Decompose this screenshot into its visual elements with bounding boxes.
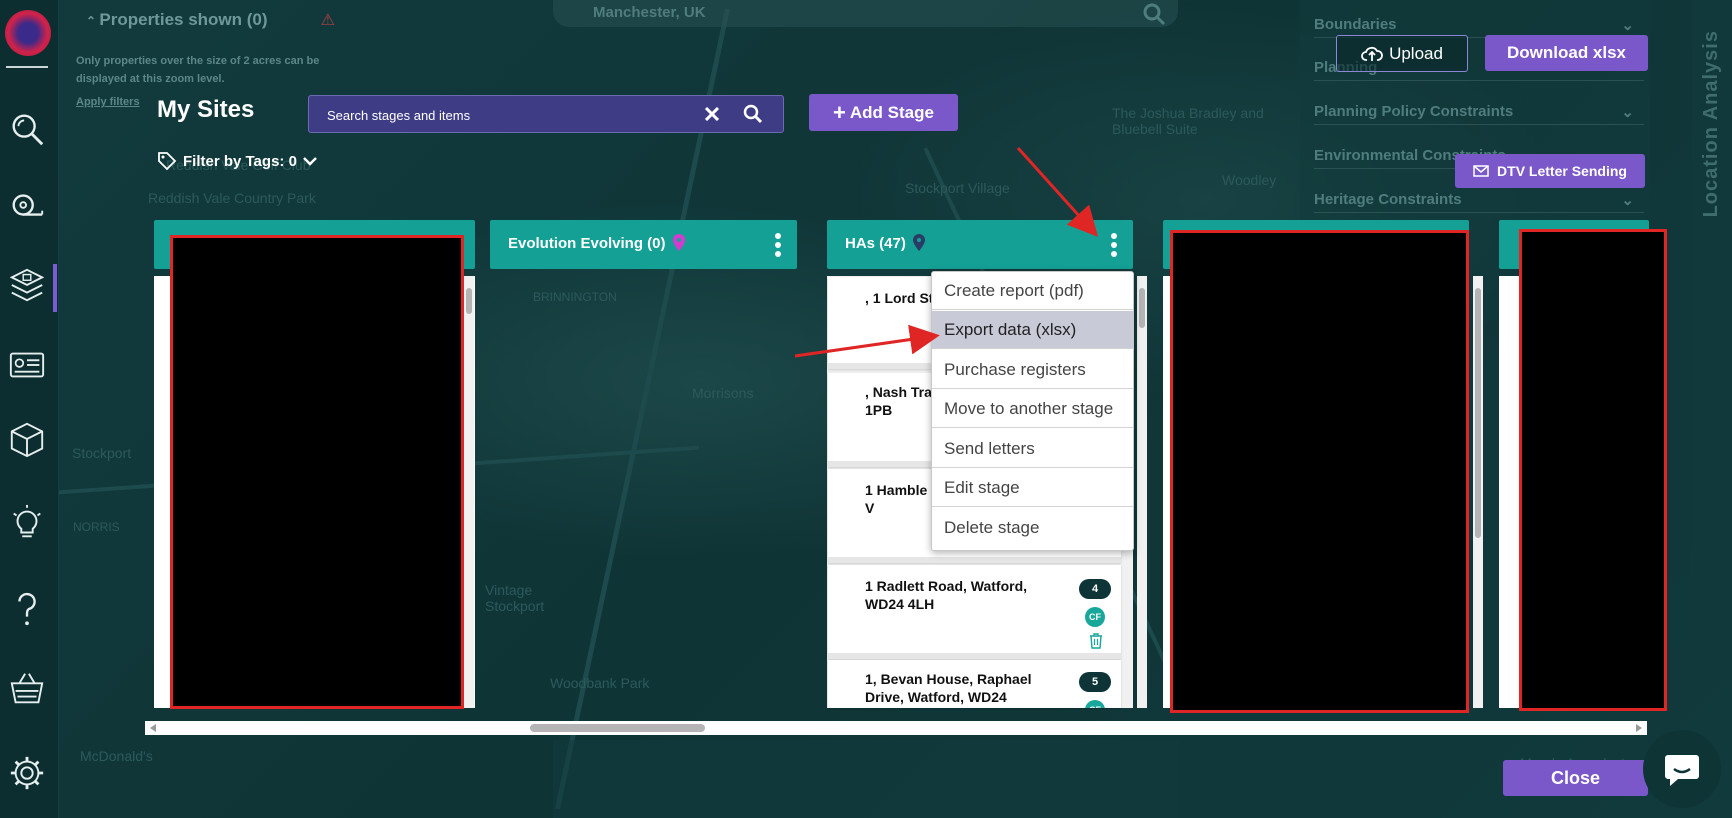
scrollbar-thumb[interactable] [530,724,705,732]
close-button[interactable]: Close [1503,760,1648,796]
scroll-left-icon[interactable] [150,724,158,732]
annotation-arrows [794,146,1099,358]
scroll-right-icon[interactable] [1634,724,1642,732]
map-toolbar [553,740,1178,818]
chat-icon [1665,755,1699,786]
board-horizontal-scrollbar[interactable] [145,721,1647,735]
chat-button[interactable] [1643,730,1721,808]
